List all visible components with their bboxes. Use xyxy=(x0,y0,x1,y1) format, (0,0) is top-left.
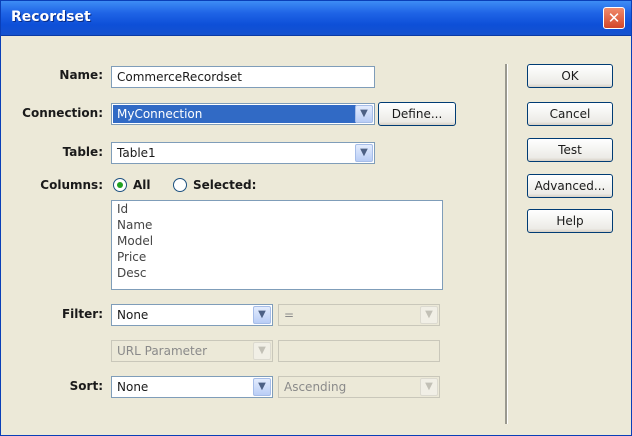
ok-button[interactable]: OK xyxy=(527,64,613,88)
filter-selected-value: None xyxy=(117,308,149,322)
sort-order-value: Ascending xyxy=(284,380,347,394)
advanced-button[interactable]: Advanced... xyxy=(527,174,613,198)
recordset-dialog: Recordset ✕ Name: CommerceRecordset Conn… xyxy=(0,0,632,436)
columns-all-label: All xyxy=(133,178,151,192)
list-item[interactable]: Desc xyxy=(112,265,442,281)
list-item[interactable]: Model xyxy=(112,233,442,249)
columns-selected-radio[interactable] xyxy=(173,178,187,192)
sort-selected-value: None xyxy=(117,380,149,394)
columns-listbox[interactable]: Id Name Model Price Desc xyxy=(111,200,443,290)
chevron-down-icon[interactable]: ▼ xyxy=(253,342,271,360)
connection-selected-value: MyConnection xyxy=(113,105,356,123)
filter-source-select[interactable]: URL Parameter ▼ xyxy=(111,340,273,362)
chevron-down-icon[interactable]: ▼ xyxy=(253,378,271,396)
window-title: Recordset xyxy=(11,9,91,25)
filter-operator-select[interactable]: = ▼ xyxy=(278,304,440,326)
sort-label: Sort: xyxy=(69,379,103,393)
connection-label: Connection: xyxy=(22,106,103,120)
list-item[interactable]: Id xyxy=(112,201,442,217)
close-icon[interactable]: ✕ xyxy=(603,7,625,29)
filter-source-value: URL Parameter xyxy=(117,344,208,358)
columns-label: Columns: xyxy=(40,178,103,192)
dialog-body: Name: CommerceRecordset Connection: MyCo… xyxy=(5,36,627,432)
list-item[interactable]: Price xyxy=(112,249,442,265)
test-button[interactable]: Test xyxy=(527,138,613,162)
sort-column-select[interactable]: None ▼ xyxy=(111,376,273,398)
vertical-divider xyxy=(505,64,508,424)
chevron-down-icon[interactable]: ▼ xyxy=(253,306,271,324)
table-select[interactable]: Table1 ▼ xyxy=(111,142,375,164)
sort-order-select[interactable]: Ascending ▼ xyxy=(278,376,440,398)
name-label: Name: xyxy=(59,68,103,82)
columns-selected-label: Selected: xyxy=(193,178,257,192)
chevron-down-icon[interactable]: ▼ xyxy=(355,144,373,162)
chevron-down-icon[interactable]: ▼ xyxy=(420,378,438,396)
title-bar[interactable]: Recordset ✕ xyxy=(1,1,631,36)
table-label: Table: xyxy=(62,145,103,159)
cancel-button[interactable]: Cancel xyxy=(527,102,613,126)
filter-label: Filter: xyxy=(61,307,103,321)
filter-column-select[interactable]: None ▼ xyxy=(111,304,273,326)
help-button[interactable]: Help xyxy=(527,209,613,233)
columns-all-radio[interactable] xyxy=(113,178,127,192)
radio-selected-dot xyxy=(117,182,123,188)
table-selected-value: Table1 xyxy=(117,146,156,160)
filter-operator-value: = xyxy=(284,308,295,322)
chevron-down-icon[interactable]: ▼ xyxy=(355,105,373,123)
filter-value-input[interactable] xyxy=(278,340,440,362)
list-item[interactable]: Name xyxy=(112,217,442,233)
define-button[interactable]: Define... xyxy=(378,102,456,126)
connection-select[interactable]: MyConnection ▼ xyxy=(111,103,375,125)
chevron-down-icon[interactable]: ▼ xyxy=(420,306,438,324)
name-input[interactable]: CommerceRecordset xyxy=(111,66,375,88)
